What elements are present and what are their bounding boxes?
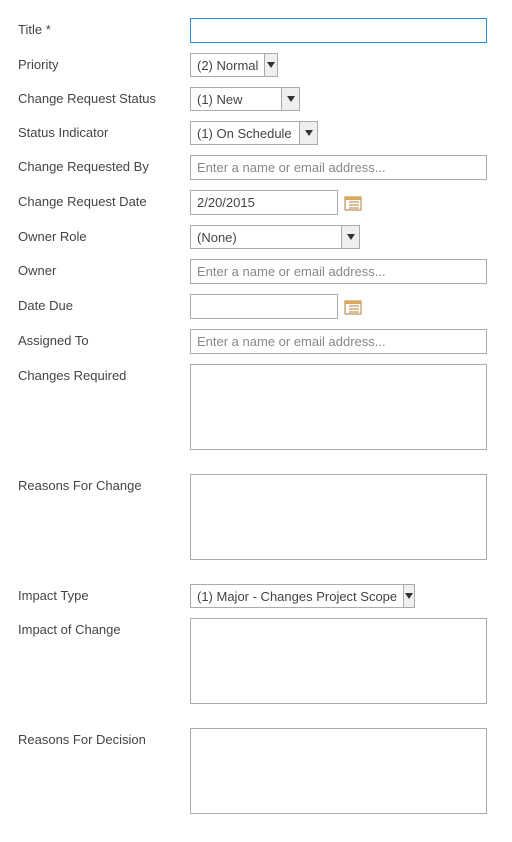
changes-required-label: Changes Required xyxy=(18,364,190,383)
requested-by-input[interactable] xyxy=(190,155,487,180)
status-label: Change Request Status xyxy=(18,87,190,106)
chevron-down-icon xyxy=(299,122,317,144)
assigned-to-label: Assigned To xyxy=(18,329,190,348)
impact-of-change-label: Impact of Change xyxy=(18,618,190,637)
status-select[interactable]: (1) New xyxy=(190,87,300,111)
chevron-down-icon xyxy=(341,226,359,248)
reasons-change-label: Reasons For Change xyxy=(18,474,190,493)
changes-required-textarea[interactable] xyxy=(190,364,487,450)
required-indicator: * xyxy=(46,22,51,37)
title-label: Title * xyxy=(18,18,190,37)
priority-label: Priority xyxy=(18,53,190,72)
reasons-decision-label: Reasons For Decision xyxy=(18,728,190,747)
assigned-to-input[interactable] xyxy=(190,329,487,354)
reasons-decision-textarea[interactable] xyxy=(190,728,487,814)
impact-of-change-textarea[interactable] xyxy=(190,618,487,704)
date-due-label: Date Due xyxy=(18,294,190,313)
impact-type-select[interactable]: (1) Major - Changes Project Scope xyxy=(190,584,415,608)
calendar-icon[interactable] xyxy=(344,298,362,316)
indicator-select[interactable]: (1) On Schedule xyxy=(190,121,318,145)
owner-label: Owner xyxy=(18,259,190,278)
chevron-down-icon xyxy=(264,54,277,76)
calendar-icon[interactable] xyxy=(344,194,362,212)
request-date-label: Change Request Date xyxy=(18,190,190,209)
requested-by-label: Change Requested By xyxy=(18,155,190,174)
reasons-change-textarea[interactable] xyxy=(190,474,487,560)
request-date-input[interactable] xyxy=(190,190,338,215)
owner-role-select[interactable]: (None) xyxy=(190,225,360,249)
title-input[interactable] xyxy=(190,18,487,43)
indicator-label: Status Indicator xyxy=(18,121,190,140)
priority-select[interactable]: (2) Normal xyxy=(190,53,278,77)
impact-type-label: Impact Type xyxy=(18,584,190,603)
owner-input[interactable] xyxy=(190,259,487,284)
owner-role-label: Owner Role xyxy=(18,225,190,244)
chevron-down-icon xyxy=(403,585,414,607)
date-due-input[interactable] xyxy=(190,294,338,319)
chevron-down-icon xyxy=(281,88,299,110)
